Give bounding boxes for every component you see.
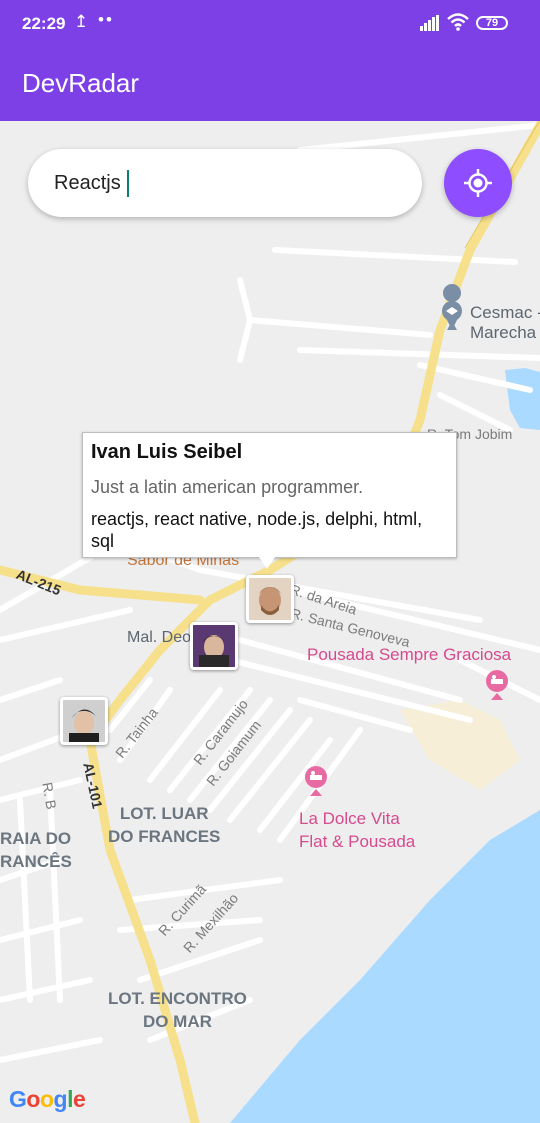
text-cursor (127, 170, 129, 197)
wifi-icon (447, 13, 469, 31)
map-label-lot-luar-line2: DO FRANCES (108, 827, 221, 846)
search-location-button[interactable] (444, 149, 512, 217)
map-label-praia-frances: RAIA DO RANCÊS (0, 829, 72, 871)
status-bar: 22:29 ↥ •• 79 (0, 0, 540, 48)
map-label-pousada-sempre: Pousada Sempre Graciosa (307, 645, 512, 664)
dev-marker-avatar[interactable] (246, 575, 294, 623)
dev-name: Ivan Luis Seibel (91, 441, 243, 463)
upload-icon: ↥ (74, 12, 89, 31)
map-label-lot-luar: LOT. LUAR DO FRANCES (108, 802, 220, 848)
callout-pointer (259, 557, 275, 569)
app-title: DevRadar (22, 68, 140, 98)
signal-icon (420, 15, 439, 31)
dev-bio: Just a latin american programmer. (91, 477, 364, 497)
avatar (249, 578, 291, 620)
app-toolbar: DevRadar (0, 48, 540, 121)
dev-marker-avatar[interactable] (60, 697, 108, 745)
dev-marker-avatar[interactable] (190, 622, 238, 670)
map-label-lot-encontro: LOT. ENCONTRO DO MAR (108, 989, 247, 1031)
google-logo: Google (9, 1086, 86, 1112)
status-time: 22:29 (22, 14, 66, 33)
hotel-pin-icon[interactable] (305, 766, 327, 796)
map-label-lot-luar-line1: LOT. LUAR (119, 804, 209, 823)
my-location-icon (464, 169, 492, 197)
avatar (193, 625, 235, 667)
battery-icon: 79 (476, 16, 508, 30)
map-label-dolce-vita: La Dolce Vita Flat & Pousada (299, 809, 416, 851)
battery-level: 79 (485, 17, 499, 29)
more-notifications-icon: •• (98, 10, 114, 29)
search-techs-input[interactable] (28, 149, 422, 217)
hotel-pin-icon[interactable] (486, 670, 508, 700)
dev-callout[interactable]: Ivan Luis Seibel Just a latin american p… (82, 432, 457, 558)
avatar (63, 700, 105, 742)
map-label-mal-deodoro: Mal. Deo (127, 629, 192, 646)
map-label-marecha: Marecha (470, 323, 537, 342)
dev-techs: reactjs, react native, node.js, delphi, … (91, 509, 423, 551)
